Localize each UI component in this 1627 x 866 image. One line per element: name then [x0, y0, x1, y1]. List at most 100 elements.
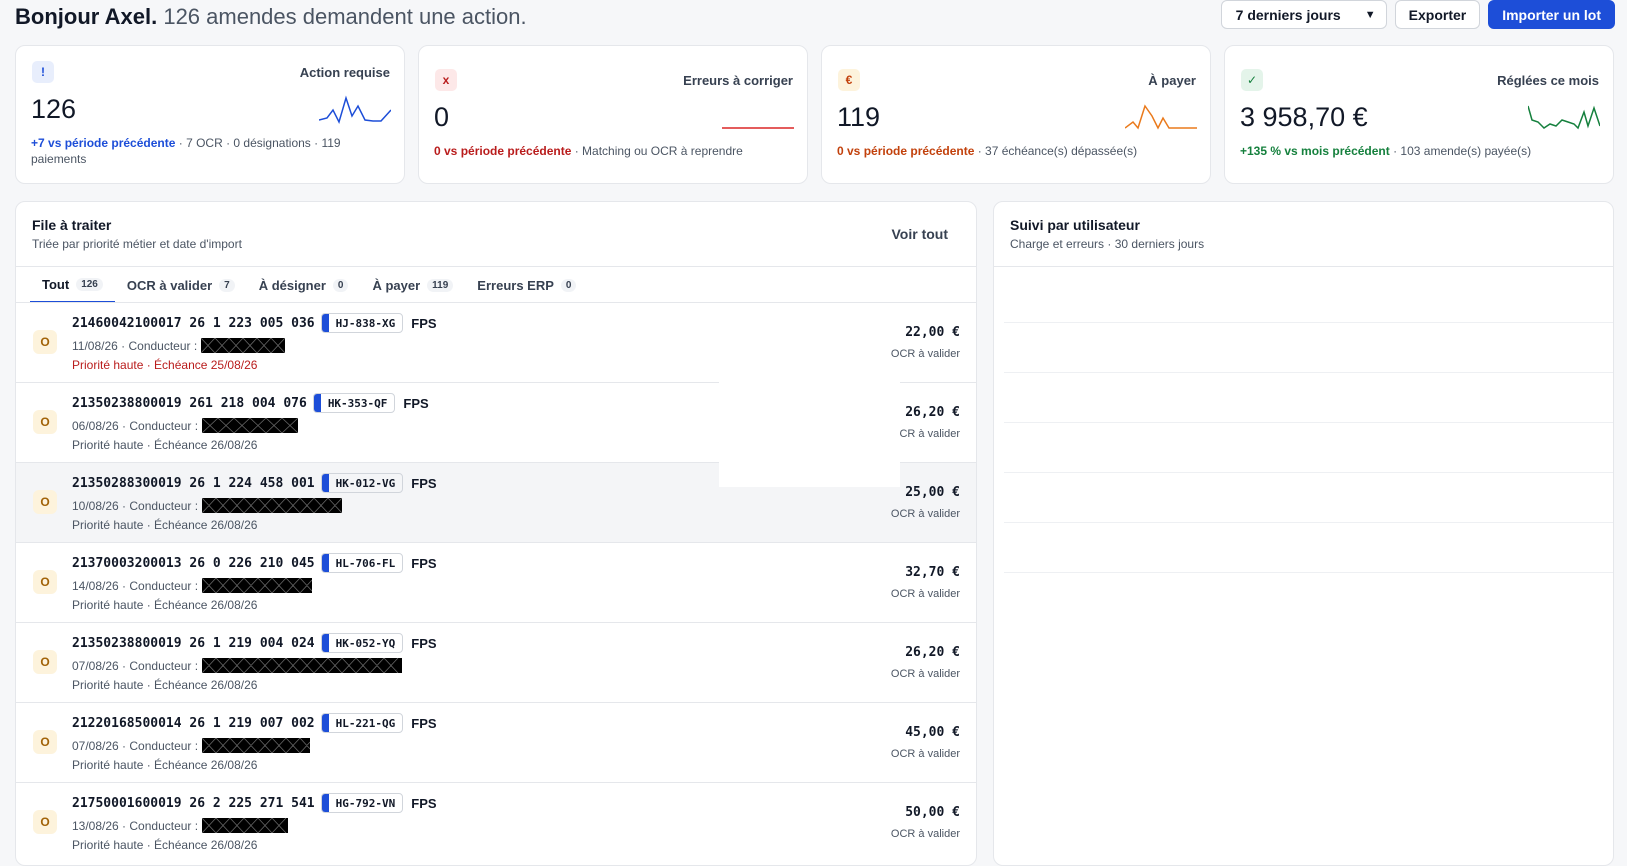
kpi-value: 126 [31, 94, 77, 124]
table-row[interactable]: O 21370003200013 26 0 226 210 045 HL-706… [16, 542, 976, 622]
kpi-card-action-required[interactable]: ! Action requise 126 +7 vs période précé… [15, 45, 405, 184]
tab-label: À désigner [258, 277, 326, 293]
fine-type: FPS [411, 475, 437, 491]
plate-band [321, 314, 329, 332]
view-all-link[interactable]: Voir tout [891, 226, 948, 242]
import-batch-button[interactable]: Importer un lot [1488, 0, 1615, 29]
fine-amount: 22,00 € [905, 325, 960, 340]
error-icon: x [435, 69, 457, 91]
fine-type: FPS [411, 795, 437, 811]
chart-gridline [1004, 322, 1613, 323]
plate-band [321, 474, 329, 492]
tab-to-pay[interactable]: À payer 119 [360, 267, 465, 303]
row-date-driver: 14/08/26 · Conducteur : [72, 578, 313, 593]
fine-type: FPS [411, 555, 437, 571]
row-date-driver: 11/08/26 · Conducteur : [72, 338, 286, 353]
row-date-driver: 06/08/26 · Conducteur : [72, 418, 299, 433]
period-select[interactable]: 7 derniers jours ▼ [1220, 0, 1387, 29]
row-priority: Priorité haute · Échéance 26/08/26 [72, 678, 258, 692]
row-status: OCR à valider [890, 828, 960, 840]
table-row[interactable]: O 21460042100017 26 1 223 005 036 HJ-838… [16, 302, 976, 382]
kpi-title: À payer [1148, 73, 1196, 88]
row-date-driver: 07/08/26 · Conducteur : [72, 738, 311, 753]
redacted-driver-name [202, 578, 313, 593]
user-tracking-panel: Suivi par utilisateur Charge et erreurs … [993, 201, 1614, 866]
period-select-value: 7 derniers jours [1235, 6, 1341, 23]
sparkline-settled [1528, 105, 1600, 130]
sparkline-errors [722, 127, 794, 129]
fine-type: FPS [403, 395, 429, 411]
greeting-name: Bonjour Axel. [15, 4, 158, 29]
plate-band [313, 394, 321, 412]
tab-to-designate[interactable]: À désigner 0 [247, 267, 361, 303]
tab-count: 0 [560, 278, 577, 292]
status-avatar: O [33, 490, 57, 514]
tab-count: 0 [332, 278, 349, 292]
row-status: OCR à valider [890, 588, 960, 600]
date-driver-label: 10/08/26 · Conducteur : [72, 498, 199, 513]
divider [994, 266, 1613, 267]
top-bar: Bonjour Axel. 126 amendes demandent une … [0, 0, 1627, 33]
row-status: OCR à valider [890, 748, 960, 760]
chart-gridline [1004, 372, 1613, 373]
redacted-driver-name [202, 418, 299, 433]
plate-band [321, 634, 329, 652]
table-row[interactable]: O 21220168500014 26 1 219 007 002 HL-221… [16, 702, 976, 782]
table-row[interactable]: O 21750001600019 26 2 225 271 541 HG-792… [16, 782, 976, 862]
alert-icon: ! [32, 61, 54, 83]
fine-type: FPS [411, 315, 437, 331]
kpi-detail: · 37 échéance(s) dépassée(s) [974, 144, 1138, 158]
tab-erp-errors[interactable]: Erreurs ERP 0 [465, 267, 588, 303]
chart-gridline [1004, 422, 1613, 423]
row-priority: Priorité haute · Échéance 26/08/26 [72, 838, 258, 852]
row-header: 21350238800019 26 1 219 004 024 HK-052-Y… [72, 633, 437, 653]
status-avatar: O [33, 410, 57, 434]
row-header: 21220168500014 26 1 219 007 002 HL-221-Q… [72, 713, 437, 733]
row-priority: Priorité haute · Échéance 26/08/26 [72, 438, 258, 452]
row-priority: Priorité haute · Échéance 26/08/26 [72, 758, 258, 772]
row-priority: Priorité haute · Échéance 26/08/26 [72, 598, 258, 612]
fine-reference: 21370003200013 26 0 226 210 045 [72, 555, 315, 571]
kpi-delta: +135 % vs mois précédent [1240, 144, 1390, 158]
date-driver-label: 06/08/26 · Conducteur : [72, 418, 199, 433]
redacted-driver-name [202, 738, 311, 753]
queue-subtitle: Triée par priorité métier et date d'impo… [32, 237, 242, 251]
export-button[interactable]: Exporter [1394, 0, 1481, 29]
license-plate: HL-706-FL [320, 553, 404, 573]
kpi-card-to-pay[interactable]: € À payer 119 0 vs période précédente · … [821, 45, 1211, 184]
sparkline-action-required [319, 95, 391, 125]
row-priority: Priorité haute · Échéance 26/08/26 [72, 518, 258, 532]
sparkline-series [1528, 105, 1600, 130]
plate-number: HK-052-YQ [335, 636, 396, 650]
table-row[interactable]: O 21350238800019 26 1 219 004 024 HK-052… [16, 622, 976, 702]
sparkline-series [1125, 104, 1197, 130]
fine-amount: 26,20 € [905, 645, 960, 660]
redacted-driver-name [202, 818, 289, 833]
chart-gridline [1004, 572, 1613, 573]
kpi-card-settled[interactable]: ✓ Réglées ce mois 3 958,70 € +135 % vs m… [1224, 45, 1614, 184]
header-controls: 7 derniers jours ▼ Exporter Importer un … [1220, 0, 1615, 29]
fine-reference: 21350288300019 26 1 224 458 001 [72, 475, 315, 491]
kpi-footer: 0 vs période précédente · Matching ou OC… [434, 143, 767, 159]
kpi-title: Réglées ce mois [1497, 73, 1599, 88]
license-plate: HK-052-YQ [320, 633, 404, 653]
row-header: 21350238800019 261 218 004 076 HK-353-QF… [72, 393, 429, 413]
kpi-card-errors[interactable]: x Erreurs à corriger 0 0 vs période préc… [418, 45, 808, 184]
queue-title: File à traiter [32, 217, 112, 233]
blank-overlay [719, 382, 900, 487]
row-header: 21370003200013 26 0 226 210 045 HL-706-F… [72, 553, 437, 573]
kpi-footer: +135 % vs mois précédent · 103 amende(s)… [1240, 143, 1573, 159]
tab-ocr-to-validate[interactable]: OCR à valider 7 [115, 267, 247, 303]
sparkline-to-pay [1125, 104, 1197, 130]
date-driver-label: 07/08/26 · Conducteur : [72, 738, 199, 753]
fine-type: FPS [411, 635, 437, 651]
tab-all[interactable]: Tout 126 [30, 267, 115, 303]
plate-band [321, 794, 329, 812]
kpi-title: Action requise [299, 65, 390, 80]
kpi-footer: +7 vs période précédente · 7 OCR · 0 dés… [31, 135, 364, 167]
greeting-summary: 126 amendes demandent une action. [163, 4, 527, 29]
plate-band [321, 714, 329, 732]
tab-label: À payer [372, 277, 421, 293]
license-plate: HG-792-VN [320, 793, 404, 813]
kpi-delta: +7 vs période précédente [31, 136, 176, 150]
